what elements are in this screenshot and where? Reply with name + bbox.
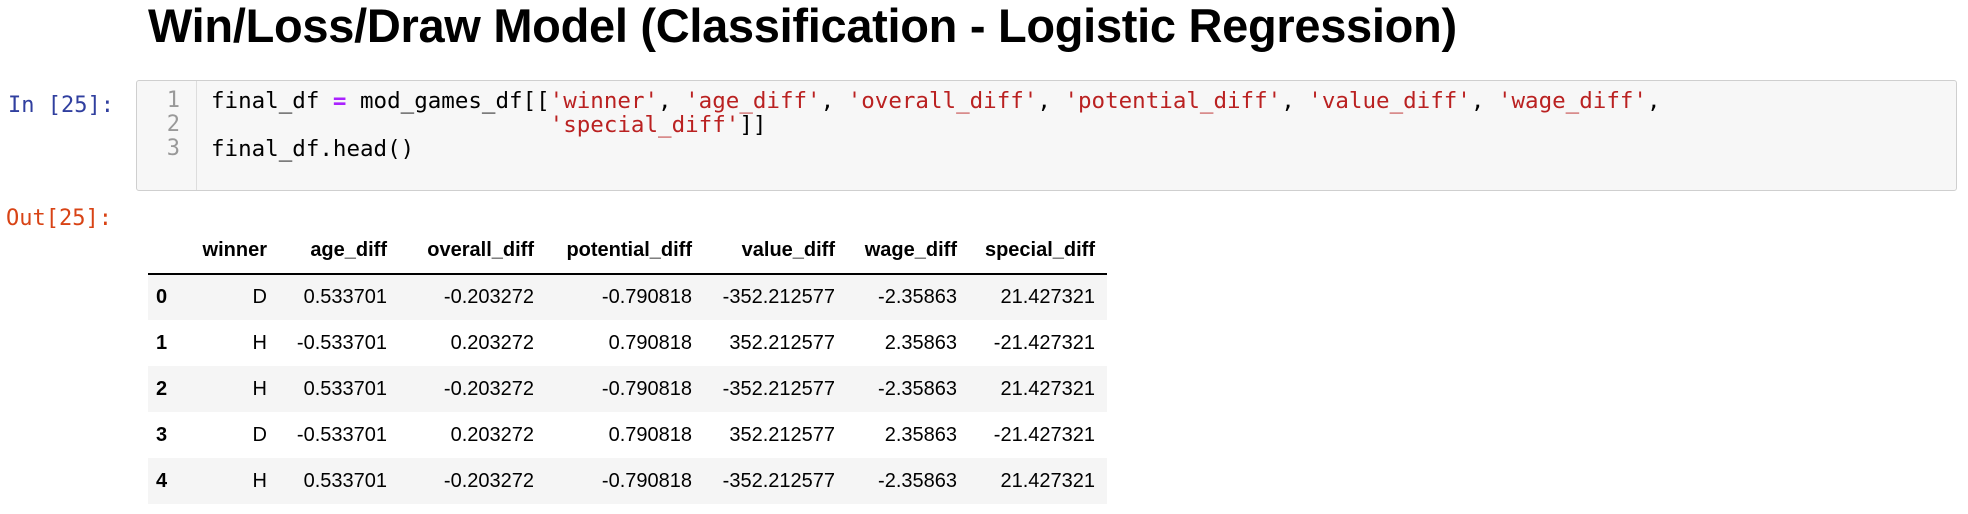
table-cell: -352.212577 <box>722 377 835 400</box>
code-cell-input[interactable]: 1 2 3 final_df = mod_games_df[['winner',… <box>136 80 1957 191</box>
table-cell: 0.790818 <box>608 423 692 446</box>
table-row: 2 H 0.533701 -0.203272 -0.790818 -352.212577 -… <box>148 366 1107 412</box>
column-header-special-diff: special_diff <box>969 228 1107 275</box>
table-cell: H <box>252 377 267 400</box>
column-header-wage-diff: wage_diff <box>847 228 969 275</box>
table-cell: -2.35863 <box>878 377 957 400</box>
column-header-potential-diff: potential_diff <box>546 228 704 275</box>
row-index: 1 <box>156 331 168 354</box>
table-cell: 0.533701 <box>303 377 387 400</box>
line-number: 3 <box>166 136 180 161</box>
table-cell: 352.212577 <box>729 423 835 446</box>
table-row: 1 H -0.533701 0.203272 0.790818 352.212577 2.3… <box>148 320 1107 366</box>
line-number-gutter: 1 2 3 <box>137 81 197 190</box>
table-cell: D <box>252 286 267 308</box>
table-header: winner age_diff overall_diff potential_d… <box>148 228 1107 275</box>
table-cell: 21.427321 <box>1000 286 1095 308</box>
table-cell: -0.790818 <box>601 377 692 400</box>
table-cell: -0.203272 <box>443 469 534 492</box>
table-cell: -0.790818 <box>601 286 692 308</box>
table-cell: 0.790818 <box>608 331 692 354</box>
table-cell: 2.35863 <box>884 331 957 354</box>
table-cell: -21.427321 <box>993 331 1095 354</box>
column-header-age-diff: age_diff <box>279 228 399 275</box>
table-cell: -2.35863 <box>878 469 957 492</box>
table-cell: -0.203272 <box>443 377 534 400</box>
table-cell: 21.427321 <box>1000 377 1095 400</box>
column-header-winner: winner <box>182 228 279 275</box>
header-row: winner age_diff overall_diff potential_d… <box>148 228 1107 275</box>
output-prompt: Out[25]: <box>6 206 112 231</box>
table-cell: 0.203272 <box>450 331 534 354</box>
row-index: 3 <box>156 423 168 446</box>
row-index: 0 <box>156 286 168 308</box>
table-cell: -352.212577 <box>722 469 835 492</box>
table-cell: 21.427321 <box>1000 469 1095 492</box>
table-cell: -0.790818 <box>601 469 692 492</box>
table-body: 0 D 0.533701 -0.203272 -0.790818 -352.212577 -… <box>148 274 1107 504</box>
column-header-value-diff: value_diff <box>704 228 847 275</box>
row-index: 4 <box>156 469 168 492</box>
code-line-3: final_df.head() <box>211 136 415 162</box>
table-cell: 0.533701 <box>303 286 387 308</box>
table-cell: D <box>252 423 267 446</box>
markdown-heading: Win/Loss/Draw Model (Classification - Lo… <box>148 0 1457 52</box>
table-cell: H <box>252 331 267 354</box>
input-prompt: In [25]: <box>8 93 114 118</box>
index-header <box>148 228 182 275</box>
table-cell: -0.533701 <box>296 423 387 446</box>
table-row: 0 D 0.533701 -0.203272 -0.790818 -352.212577 -… <box>148 274 1107 320</box>
table-cell: -352.212577 <box>722 286 835 308</box>
table-row: 3 D -0.533701 0.203272 0.790818 352.212577 2.3… <box>148 412 1107 458</box>
table-cell: 352.212577 <box>729 331 835 354</box>
column-header-overall-diff: overall_diff <box>399 228 546 275</box>
table-cell: 0.203272 <box>450 423 534 446</box>
table-cell: -2.35863 <box>878 286 957 308</box>
table-cell: H <box>252 469 267 492</box>
table-row: 4 H 0.533701 -0.203272 -0.790818 -352.212577 -… <box>148 458 1107 504</box>
table-cell: 2.35863 <box>884 423 957 446</box>
row-index: 2 <box>156 377 168 400</box>
table-cell: -21.427321 <box>993 423 1095 446</box>
notebook-page: Win/Loss/Draw Model (Classification - Lo… <box>0 0 1968 514</box>
dataframe-table: winner age_diff overall_diff potential_d… <box>148 228 1107 504</box>
table-cell: 0.533701 <box>303 469 387 492</box>
table-cell: -0.203272 <box>443 286 534 308</box>
table-cell: -0.533701 <box>296 331 387 354</box>
